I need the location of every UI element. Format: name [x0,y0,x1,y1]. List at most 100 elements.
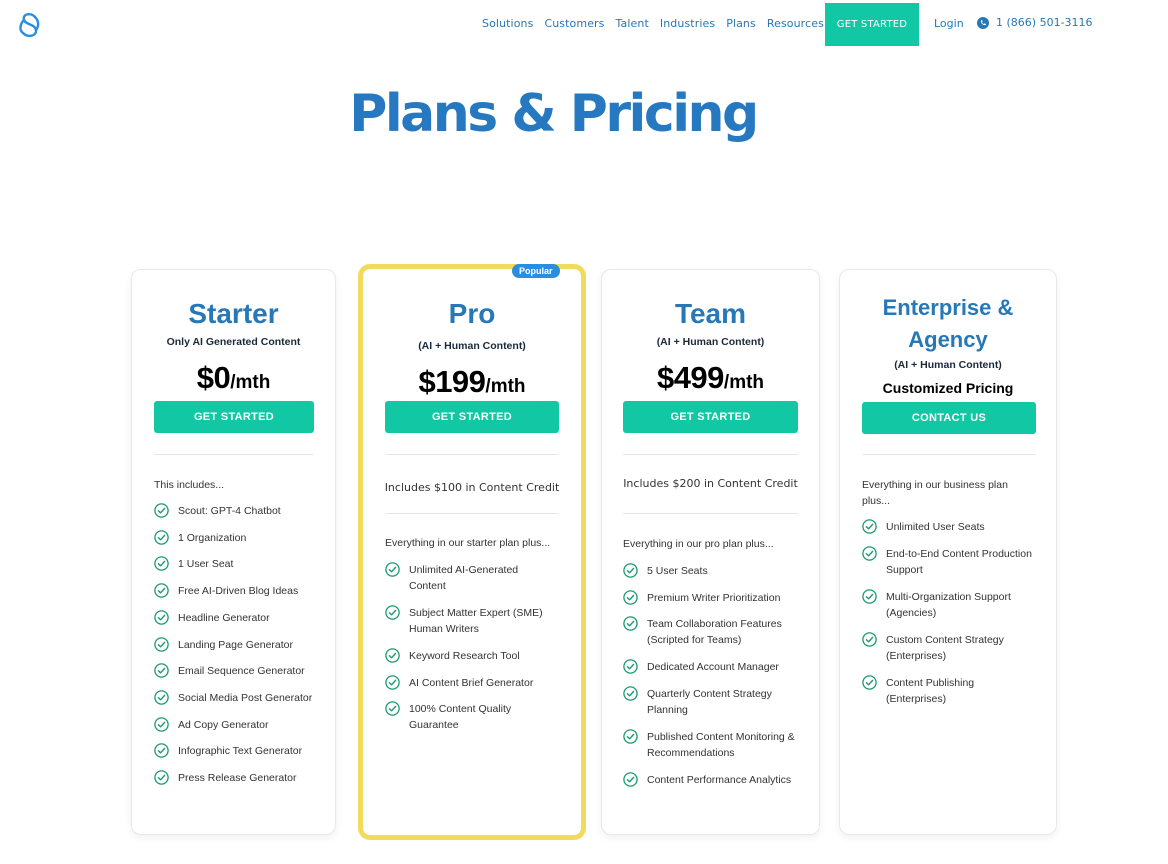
feature-text: Team Collaboration Features (Scripted for… [647,618,782,647]
content-credit: Includes $100 in Content Credit [384,481,560,494]
feature-item: Custom Content Strategy (Enterprises) [862,632,1004,664]
feature-text: AI Content Brief Generator [409,676,534,689]
nav-customers[interactable]: Customers [544,17,604,30]
feature-text: Scout: GPT-4 Chatbot [178,505,281,517]
check-circle-icon [154,743,169,759]
price-unit: /mth [723,372,765,393]
feature-item: End-to-End Content Production Support [862,546,1032,578]
phone-icon [977,16,989,29]
feature-item: 5 User Seats [623,563,708,579]
check-circle-icon [862,589,877,604]
feature-item: AI Content Brief Generator [385,674,534,691]
feature-item: Free AI-Driven Blog Ideas [154,583,298,599]
page-title: Plans & Pricing [349,84,759,144]
plan-name: Pro [448,298,496,329]
nav-plans[interactable]: Plans [726,17,756,30]
check-circle-icon [862,675,877,690]
plan-subtitle: Only AI Generated Content [166,336,301,348]
feature-item: Subject Matter Expert (SME) Human Writers [385,605,543,637]
feature-item: Content Publishing (Enterprises) [862,675,974,707]
feature-text: Free AI-Driven Blog Ideas [178,585,299,598]
main-nav: Solutions Customers Talent Industries Pl… [482,17,835,30]
get-started-button[interactable]: GET STARTED [623,401,798,433]
feature-item: Quarterly Content Strategy Planning [623,686,772,718]
plan-card-team: Team (AI + Human Content) $499/mth GET S… [601,269,820,835]
feature-text: 1 User Seat [178,558,234,571]
logo-icon [19,12,40,38]
check-circle-icon [623,659,638,674]
header-get-started-button[interactable]: GET STARTED [825,3,919,46]
nav-resources[interactable]: Resources [767,17,824,30]
check-circle-icon [154,610,169,625]
check-circle-icon [385,701,400,716]
check-circle-icon [385,648,400,663]
feature-item: Content Performance Analytics [623,772,791,788]
feature-item: Published Content Monitoring & Recommenda… [623,729,795,761]
check-circle-icon [862,632,877,647]
divider [385,513,559,514]
check-circle-icon [385,674,400,690]
divider [862,454,1036,455]
feature-text: Multi-Organization Support (Agencies) [886,591,1011,619]
feature-text: 5 User Seats [647,565,708,577]
check-circle-icon [623,686,638,701]
feature-item: Headline Generator [154,610,270,626]
feature-text: Published Content Monitoring & Recommenda… [647,730,795,759]
feature-text: Subject Matter Expert (SME) Human Writers [409,607,543,635]
plan-intro: Everything in our pro plan plus... [623,538,774,550]
feature-item: Unlimited User Seats [862,519,985,535]
feature-text: Social Media Post Generator [178,691,313,704]
feature-text: Email Sequence Generator [178,665,305,678]
check-circle-icon [154,663,169,678]
feature-item: Unlimited AI-Generated Content [385,562,518,594]
feature-text: Unlimited AI-Generated Content [409,564,519,592]
feature-text: Ad Copy Generator [178,718,269,731]
divider [623,513,798,514]
phone-number: 1 (866) 501-3116 [996,16,1093,29]
nav-industries[interactable]: Industries [660,17,715,30]
plan-subtitle: (AI + Human Content) [418,340,526,352]
feature-item: Landing Page Generator [154,636,293,653]
plan-intro: Everything in our business plan plus... [862,477,1008,509]
feature-item: Email Sequence Generator [154,663,305,679]
feature-item: Team Collaboration Features (Scripted for… [623,616,782,648]
feature-text: Unlimited User Seats [886,521,985,533]
feature-text: Content Performance Analytics [647,773,792,786]
intro-line: plus... [862,495,891,507]
feature-item: Scout: GPT-4 Chatbot [154,503,281,519]
nav-talent[interactable]: Talent [616,17,649,30]
feature-item: Keyword Research Tool [385,648,520,664]
price-unit: /mth [230,372,271,393]
plan-card-pro: Popular Pro (AI + Human Content) $199/mt… [358,264,586,840]
feature-text: Dedicated Account Manager [647,661,779,674]
feature-text: Keyword Research Tool [409,650,520,662]
plan-name: Team [674,298,747,329]
nav-solutions[interactable]: Solutions [482,17,533,30]
login-link[interactable]: Login [934,17,964,30]
plan-subtitle: (AI + Human Content) [656,336,765,348]
get-started-button[interactable]: GET STARTED [385,401,559,433]
plan-card-starter: Starter Only AI Generated Content $0/mth… [131,269,336,835]
brand-logo[interactable] [17,12,43,38]
check-circle-icon [623,589,638,605]
plan-intro: This includes... [154,479,225,491]
check-circle-icon [154,556,169,572]
check-circle-icon [385,605,400,620]
plan-price: $199/mth [363,364,581,400]
get-started-button[interactable]: GET STARTED [154,401,314,433]
divider [154,454,314,455]
content-credit: Includes $200 in Content Credit [623,477,798,490]
check-circle-icon [862,519,877,534]
feature-item: Premium Writer Prioritization [623,589,780,606]
plan-name-line: Enterprise & [882,295,1014,320]
phone-link[interactable]: 1 (866) 501-3116 [977,16,1093,29]
plan-price: Customized Pricing [882,380,1014,396]
check-circle-icon [154,503,169,518]
feature-item: 1 Organization [154,529,247,546]
intro-line: Everything in our business plan [862,479,1008,491]
feature-text: 1 Organization [178,531,247,544]
price-amount: $0 [196,360,231,395]
contact-us-button[interactable]: CONTACT US [862,402,1036,434]
plan-name: Enterprise & Agency [840,292,1056,356]
feature-item: Infographic Text Generator [154,743,302,759]
